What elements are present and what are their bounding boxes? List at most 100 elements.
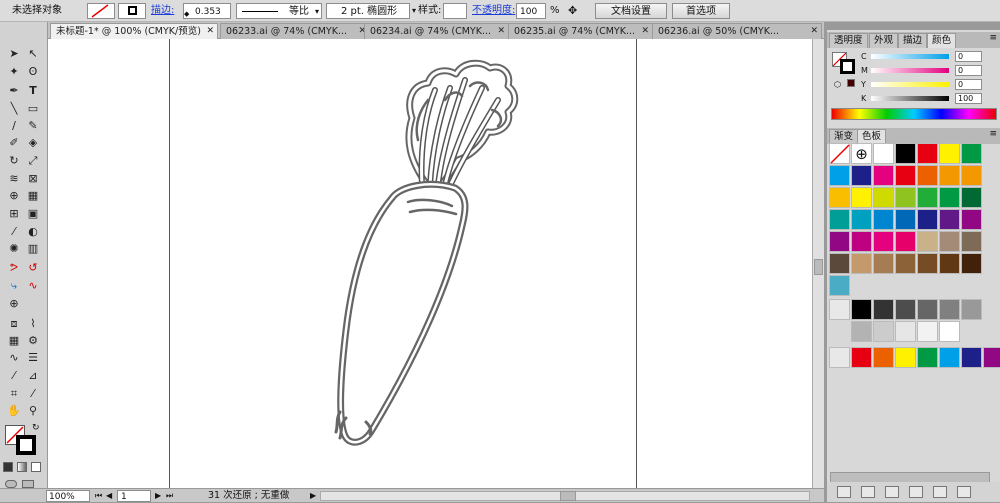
swatch[interactable] <box>829 231 850 252</box>
opacity-label[interactable]: 不透明度: <box>472 3 515 19</box>
custom-tool-red-icon[interactable]: ᕗ <box>6 260 22 276</box>
swatch[interactable] <box>961 231 982 252</box>
swatch[interactable] <box>939 143 960 164</box>
next-page-icon[interactable]: ▶ <box>155 490 161 502</box>
swatch[interactable] <box>961 347 982 368</box>
custom-tool-blue-icon[interactable]: ⤷ <box>6 278 22 294</box>
swatch[interactable] <box>939 165 960 186</box>
close-icon[interactable]: ✕ <box>641 24 649 39</box>
tab-06234[interactable]: 06234.ai @ 74% (CMYK... ✕ <box>364 23 509 39</box>
stepper-icon[interactable]: ◆ <box>184 6 189 22</box>
crop-icon[interactable]: ⌗ <box>6 386 22 402</box>
status-arrow-icon[interactable]: ▶ <box>310 490 316 502</box>
rotate-tool-icon[interactable]: ↻ <box>6 153 22 169</box>
style-dropdown[interactable] <box>443 3 467 19</box>
close-icon[interactable]: ✕ <box>206 24 214 39</box>
swatch[interactable] <box>939 347 960 368</box>
custom-tool-wave-icon[interactable]: ∿ <box>25 278 41 294</box>
rectangle-tool-icon[interactable]: ▭ <box>25 101 41 117</box>
swatch[interactable] <box>829 209 850 230</box>
panel-stroke-indicator[interactable] <box>840 59 855 74</box>
delete-swatch-icon[interactable] <box>957 486 971 498</box>
color-group-folder-icon[interactable] <box>829 299 850 320</box>
swatch[interactable] <box>873 209 894 230</box>
swatch[interactable] <box>873 321 894 342</box>
swatch[interactable] <box>917 165 938 186</box>
swatch[interactable] <box>917 299 938 320</box>
warp-tool-icon[interactable]: ≋ <box>6 171 22 187</box>
tab-appearance[interactable]: 外观 <box>869 33 899 48</box>
draw-mode-icon[interactable] <box>5 480 17 488</box>
mesh-tool-icon[interactable]: ⊞ <box>6 206 22 222</box>
swatch[interactable] <box>939 187 960 208</box>
swatch-menu-icon[interactable]: ≡ <box>989 129 997 139</box>
artboard-tool-icon[interactable]: ⧈ <box>6 316 22 332</box>
swatch[interactable] <box>895 187 916 208</box>
swatch[interactable] <box>873 143 894 164</box>
path-tool-icon[interactable]: ∿ <box>6 350 22 366</box>
swatch[interactable] <box>851 209 872 230</box>
swatch[interactable] <box>873 299 894 320</box>
tab-06233[interactable]: 06233.ai @ 74% (CMYK... ✕ <box>220 23 370 39</box>
eyedropper-2-icon[interactable]: ⁄ <box>6 368 22 384</box>
preferences-button[interactable]: 首选项 <box>672 3 730 19</box>
free-transform-icon[interactable]: ⊠ <box>25 171 41 187</box>
channel-k-slider[interactable] <box>871 96 949 101</box>
eraser-icon[interactable]: ◈ <box>25 135 41 151</box>
swatch[interactable] <box>895 321 916 342</box>
channel-m-slider[interactable] <box>871 68 949 73</box>
slice-tool-icon[interactable]: ⌇ <box>25 316 41 332</box>
shape-builder-icon[interactable]: ⊕ <box>6 188 22 204</box>
measure-icon[interactable]: ⊿ <box>25 368 41 384</box>
vertical-scrollbar[interactable] <box>812 39 824 488</box>
recolor-icon[interactable]: ✥ <box>568 3 577 19</box>
paintbrush-icon[interactable]: ∕ <box>6 118 22 134</box>
cube-icon[interactable]: ⬡ <box>834 80 841 89</box>
channel-c-slider[interactable] <box>871 54 949 59</box>
swatch[interactable] <box>829 275 850 296</box>
swatch[interactable] <box>961 253 982 274</box>
channel-y-field[interactable]: 0 <box>955 79 982 90</box>
zoom-tool-icon[interactable]: ⚲ <box>25 403 41 419</box>
list-tool-icon[interactable]: ☰ <box>25 350 41 366</box>
swatch[interactable] <box>829 187 850 208</box>
swatch[interactable] <box>873 231 894 252</box>
swatch[interactable] <box>895 209 916 230</box>
horizontal-scroll-thumb[interactable] <box>560 491 576 501</box>
swatch[interactable] <box>851 165 872 186</box>
pen-tool-icon[interactable]: ✒ <box>6 83 22 99</box>
swatch[interactable] <box>917 231 938 252</box>
fill-swatch-button[interactable] <box>87 3 115 19</box>
page-field[interactable]: 1 <box>117 490 151 502</box>
swatch-libraries-icon[interactable] <box>837 486 851 498</box>
last-page-icon[interactable]: ⏭ <box>166 490 173 502</box>
zoom-field[interactable]: 100% <box>46 490 90 502</box>
swatch[interactable] <box>851 231 872 252</box>
column-graph-icon[interactable]: ▥ <box>25 241 41 257</box>
tab-stroke[interactable]: 描边 <box>898 33 928 48</box>
scroll-thumb[interactable] <box>814 259 823 275</box>
swatch[interactable] <box>873 253 894 274</box>
swatch[interactable] <box>851 299 872 320</box>
swatch[interactable] <box>961 299 982 320</box>
close-icon[interactable]: ✕ <box>810 24 818 39</box>
tab-transparency[interactable]: 透明度 <box>829 33 868 48</box>
pencil-icon[interactable]: ✎ <box>25 118 41 134</box>
swatch[interactable] <box>939 209 960 230</box>
swatch[interactable] <box>917 321 938 342</box>
show-kinds-icon[interactable] <box>861 486 875 498</box>
tab-06236[interactable]: 06236.ai @ 50% (CMYK... ✕ <box>652 23 822 39</box>
swatch[interactable] <box>983 347 1000 368</box>
tab-untitled[interactable]: 未标题-1* @ 100% (CMYK/预览) ✕ <box>50 23 218 39</box>
swatch[interactable] <box>829 165 850 186</box>
stroke-profile-dropdown[interactable]: 等比 ▾ <box>236 3 322 19</box>
tab-06235[interactable]: 06235.ai @ 74% (CMYK... ✕ <box>508 23 653 39</box>
document-setup-button[interactable]: 文档设置 <box>595 3 667 19</box>
crosshair-icon[interactable]: ⊕ <box>6 296 22 312</box>
swatch[interactable] <box>939 321 960 342</box>
none-mode-icon[interactable] <box>31 462 41 472</box>
swatch[interactable] <box>829 253 850 274</box>
color-group-folder-icon[interactable] <box>829 347 850 368</box>
lasso-icon[interactable]: ʘ <box>25 64 41 80</box>
color-spectrum-bar[interactable] <box>831 108 997 120</box>
